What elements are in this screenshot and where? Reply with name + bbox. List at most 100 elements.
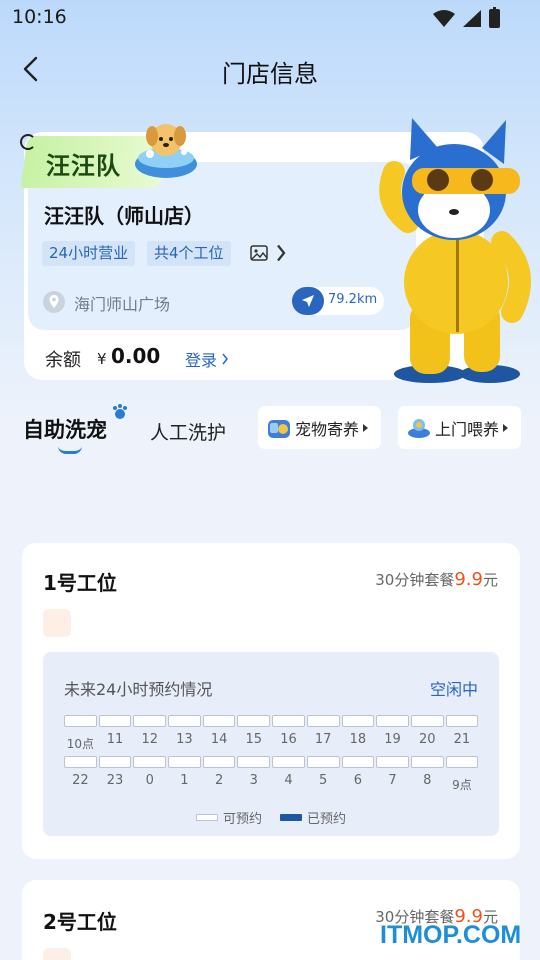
station-title: 2号工位 (43, 910, 117, 934)
balance-value: 0.00 (111, 344, 161, 368)
time-slot-label: 20 (418, 732, 436, 747)
store-badge-text: 汪汪队 (46, 152, 121, 180)
time-slot (237, 756, 271, 768)
legend-free-swatch (195, 814, 218, 821)
paw-icon (113, 404, 127, 419)
cat-mascot-icon (379, 118, 531, 383)
time-slot-label: 6 (353, 773, 362, 788)
time-slot (64, 715, 97, 727)
time-slot (341, 715, 375, 727)
station-icon (43, 948, 71, 960)
time-slot-label: 10点 (66, 737, 94, 751)
pet-boarding-button[interactable]: 宠物寄养 (258, 406, 381, 449)
station-icon (43, 609, 71, 637)
time-slot-label: 22 (72, 773, 89, 788)
time-slot (306, 715, 340, 727)
time-slot-label: 3 (249, 773, 258, 788)
image-icon (250, 245, 268, 261)
time-slot (306, 756, 340, 768)
page-title: 门店信息 (222, 60, 318, 88)
caret-right-icon (503, 423, 509, 432)
login-label: 登录 (185, 351, 218, 370)
legend-booked-swatch (280, 814, 302, 821)
time-slot (133, 715, 167, 727)
legend-booked-label: 已预约 (307, 812, 347, 827)
time-slot (376, 715, 409, 727)
time-slot (445, 756, 479, 768)
time-slot (98, 715, 132, 727)
availability-legend: 可预约 已预约 (43, 808, 499, 827)
pet-bowl-icon (408, 418, 430, 438)
price-prefix: 30分钟套餐 (375, 571, 455, 589)
home-feeding-label: 上门喂养 (435, 419, 500, 439)
tag-stations: 共4个工位 (147, 241, 231, 266)
balance-currency: ¥ (97, 350, 107, 368)
store-name: 汪汪队（师山店） (44, 204, 204, 228)
pet-house-icon (268, 419, 290, 438)
time-slot-label: 5 (319, 773, 328, 788)
station-price: 30分钟套餐9.9元 (375, 569, 498, 590)
store-address: 海门师山广场 (74, 295, 171, 314)
time-slot-label: 7 (388, 773, 397, 788)
slot-row-2 (64, 756, 479, 768)
availability-title: 未来24小时预约情况 (64, 680, 213, 699)
tag-hours: 24小时营业 (42, 241, 136, 266)
navigation-arrow-icon (292, 287, 324, 315)
time-slot (272, 715, 305, 727)
time-slot-label: 8 (423, 773, 432, 788)
time-slot (341, 756, 375, 768)
home-feeding-button[interactable]: 上门喂养 (398, 406, 521, 449)
time-slot-label: 19 (384, 732, 401, 747)
pet-boarding-label: 宠物寄养 (295, 419, 360, 439)
store-distance: 79.2km (328, 292, 378, 307)
time-slot-label: 21 (453, 732, 471, 747)
balance-label: 余额 (45, 350, 81, 371)
availability-panel: 未来24小时预约情况 空闲中 10点 11 12 13 14 15 16 17 18 19 20 21… (43, 652, 499, 836)
location-pin-icon (43, 291, 65, 313)
time-slot-label: 18 (349, 732, 367, 747)
time-slot-label: 11 (106, 732, 124, 747)
time-slot-label: 16 (280, 732, 297, 747)
time-slot (64, 756, 97, 768)
station-status: 空闲中 (429, 680, 478, 699)
time-slot-label: 17 (314, 732, 332, 747)
watermark: ITMOP.COM (380, 921, 522, 949)
navigate-button[interactable]: 79.2km (292, 287, 384, 315)
time-slot (237, 715, 271, 727)
time-slot (272, 756, 305, 768)
slot-labels-1: 10点 11 12 13 14 15 16 17 18 19 20 21 (64, 732, 478, 752)
price-unit: 元 (482, 571, 498, 589)
time-slot-label: 0 (145, 773, 154, 788)
time-slot-label: 14 (210, 732, 228, 747)
tab-manual-care[interactable]: 人工洗护 (150, 418, 226, 445)
station-card[interactable]: 1号工位 30分钟套餐9.9元 未来24小时预约情况 空闲中 10点 11 12 13… (22, 543, 520, 859)
status-icons (433, 7, 500, 28)
time-slot-label: 1 (180, 773, 189, 788)
station-title: 1号工位 (43, 571, 117, 595)
battery-icon (489, 7, 500, 28)
time-slot-label: 23 (106, 773, 124, 788)
time-slot (410, 756, 444, 768)
time-slot (376, 756, 409, 768)
status-bar: 10:16 (0, 0, 540, 36)
chevron-right-icon (222, 353, 228, 365)
legend-free-label: 可预约 (222, 812, 262, 827)
time-slot-label: 13 (176, 732, 193, 747)
time-slot (445, 715, 479, 727)
time-slot-label: 9点 (452, 778, 472, 792)
time-slot-label: 2 (214, 773, 224, 788)
signal-icon (463, 10, 481, 27)
loading-icon (20, 134, 36, 150)
login-link[interactable]: 登录 (185, 347, 229, 371)
time-slot (133, 756, 167, 768)
gallery-button[interactable] (250, 244, 290, 262)
active-tab-indicator (58, 446, 82, 454)
page-header: 门店信息 (0, 44, 540, 96)
status-time: 10:16 (12, 6, 67, 28)
tab-self-service[interactable]: 自助洗宠 (23, 414, 107, 444)
time-slot (410, 715, 444, 727)
time-slot-label: 15 (245, 732, 263, 747)
wifi-icon (433, 10, 455, 27)
time-slot (202, 715, 236, 727)
chevron-right-icon (277, 244, 286, 262)
